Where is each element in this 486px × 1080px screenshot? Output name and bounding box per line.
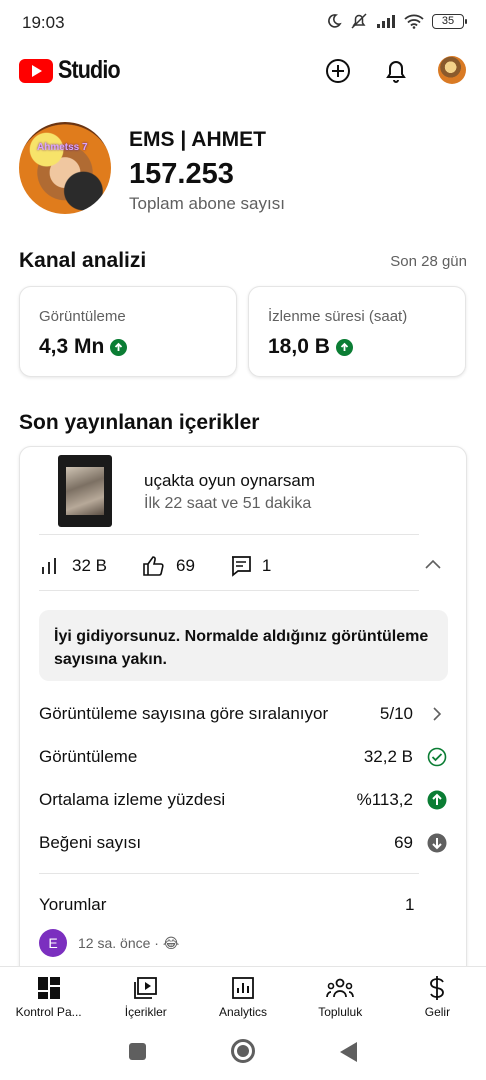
metric-label: İzlenme süresi (saat) xyxy=(268,308,408,325)
row-label: Görüntüleme sayısına göre sıralanıyor xyxy=(39,704,329,723)
back-button[interactable] xyxy=(340,1042,357,1062)
views-bars-icon xyxy=(42,558,56,574)
create-button[interactable] xyxy=(323,56,353,86)
avg-view-percentage-row: Ortalama izleme yüzdesi %113,2 xyxy=(39,786,447,814)
divider xyxy=(39,534,419,535)
arrow-up-circle-icon xyxy=(427,790,447,810)
channel-avatar-text: Ahmetss 7 xyxy=(37,142,88,153)
nav-label: Gelir xyxy=(424,1005,451,1019)
metric-value-text: 18,0 B xyxy=(268,335,330,358)
trend-up-icon xyxy=(335,338,353,356)
nav-analytics[interactable]: Analytics xyxy=(194,967,291,1026)
trend-up-icon xyxy=(110,338,128,356)
bell-icon xyxy=(386,61,406,83)
status-time: 19:03 xyxy=(22,13,65,32)
ranking-row[interactable]: Görüntüleme sayısına göre sıralanıyor 5/… xyxy=(39,700,447,728)
likes-row: Beğeni sayısı 69 xyxy=(39,829,447,857)
do-not-disturb-icon xyxy=(328,14,342,28)
home-button[interactable] xyxy=(231,1039,255,1063)
views-count: 32 B xyxy=(72,556,107,575)
bottom-nav: Kontrol Pa... İçerikler Analytics Toplul… xyxy=(0,966,486,1026)
row-value: 5/10 xyxy=(379,704,413,723)
video-stats-row: 32 B 69 1 xyxy=(40,551,450,581)
channel-avatar: Ahmetss 7 xyxy=(19,122,111,214)
metric-value-text: 4,3 Mn xyxy=(39,335,105,358)
analytics-title: Kanal analizi xyxy=(19,249,147,272)
collapse-button[interactable] xyxy=(424,557,442,575)
status-icons: 35 xyxy=(326,12,467,30)
mute-icon xyxy=(351,13,367,29)
battery-icon: 35 xyxy=(432,13,467,29)
app-header: Studio xyxy=(0,48,486,94)
nav-label: Topluluk xyxy=(318,1005,363,1019)
video-subtitle: İlk 22 saat ve 51 dakika xyxy=(144,495,312,512)
check-circle-icon xyxy=(427,747,447,767)
analytics-icon xyxy=(231,975,255,1001)
nav-label: Kontrol Pa... xyxy=(15,1005,82,1019)
chevron-right-icon xyxy=(427,704,447,724)
status-bar: 19:03 35 xyxy=(0,0,486,44)
community-icon xyxy=(326,975,355,1001)
performance-notice: İyi gidiyorsunuz. Normalde aldığınız gör… xyxy=(39,610,448,681)
comments-stat: 1 xyxy=(230,555,271,577)
wifi-icon xyxy=(404,14,424,29)
comments-count-stat: 1 xyxy=(261,556,272,575)
channel-name: EMS | AHMET xyxy=(129,128,266,151)
row-value: 69 xyxy=(394,833,413,852)
arrow-down-circle-icon xyxy=(427,833,447,853)
comments-count: 1 xyxy=(405,895,415,914)
channel-summary: Ahmetss 7 EMS | AHMET 157.253 Toplam abo… xyxy=(19,122,469,216)
row-value: 32,2 B xyxy=(363,747,413,766)
divider xyxy=(39,873,419,874)
subscriber-label: Toplam abone sayısı xyxy=(129,194,285,213)
plus-circle-icon xyxy=(326,59,350,83)
nav-community[interactable]: Topluluk xyxy=(292,967,389,1026)
recents-button[interactable] xyxy=(129,1043,146,1060)
nav-dashboard[interactable]: Kontrol Pa... xyxy=(0,967,97,1026)
youtube-studio-logo[interactable]: Studio xyxy=(19,56,130,85)
thumbs-up-icon xyxy=(143,556,164,576)
nav-earn[interactable]: Gelir xyxy=(389,967,486,1026)
nav-label: İçerikler xyxy=(124,1005,167,1019)
analytics-range: Son 28 gün xyxy=(390,253,467,270)
row-label: Ortalama izleme yüzdesi xyxy=(39,790,226,809)
row-label: Beğeni sayısı xyxy=(39,833,142,852)
commenter-avatar: E xyxy=(39,929,67,957)
views-row: Görüntüleme 32,2 B xyxy=(39,743,447,771)
nav-content[interactable]: İçerikler xyxy=(97,967,194,1026)
row-label: Görüntüleme xyxy=(39,747,138,766)
video-title[interactable]: uçakta oyun oynarsam xyxy=(144,471,315,491)
metric-card-views[interactable]: Görüntüleme 4,3 Mn xyxy=(19,286,237,377)
notifications-button[interactable] xyxy=(381,56,411,86)
account-avatar[interactable] xyxy=(438,56,466,84)
likes-count: 69 xyxy=(175,556,195,575)
dashboard-icon xyxy=(37,975,61,1001)
youtube-logo-icon xyxy=(19,58,53,83)
recent-content-card: uçakta oyun oynarsam İlk 22 saat ve 51 d… xyxy=(19,446,467,986)
divider xyxy=(39,590,419,591)
views-stat: 32 B xyxy=(40,556,107,576)
content-icon xyxy=(133,975,158,1001)
comment-icon xyxy=(231,556,251,577)
chevron-up-icon xyxy=(425,559,441,569)
metric-value: 18,0 B xyxy=(268,335,353,359)
comment-meta: 12 sa. önce · 😂 xyxy=(78,935,180,951)
logo-text: Studio xyxy=(58,56,121,84)
video-thumbnail[interactable] xyxy=(58,455,112,527)
subscriber-count: 157.253 xyxy=(129,158,234,190)
comments-label[interactable]: Yorumlar xyxy=(39,895,106,915)
dollar-icon xyxy=(428,975,446,1001)
likes-stat: 69 xyxy=(142,555,195,577)
nav-label: Analytics xyxy=(218,1005,268,1019)
row-value: %113,2 xyxy=(356,790,413,809)
system-nav-bar xyxy=(0,1026,486,1080)
metric-label: Görüntüleme xyxy=(39,308,126,325)
metric-card-watch-time[interactable]: İzlenme süresi (saat) 18,0 B xyxy=(248,286,466,377)
recent-content-title: Son yayınlanan içerikler xyxy=(19,411,260,434)
signal-icon xyxy=(377,15,395,28)
metric-value: 4,3 Mn xyxy=(39,335,128,359)
